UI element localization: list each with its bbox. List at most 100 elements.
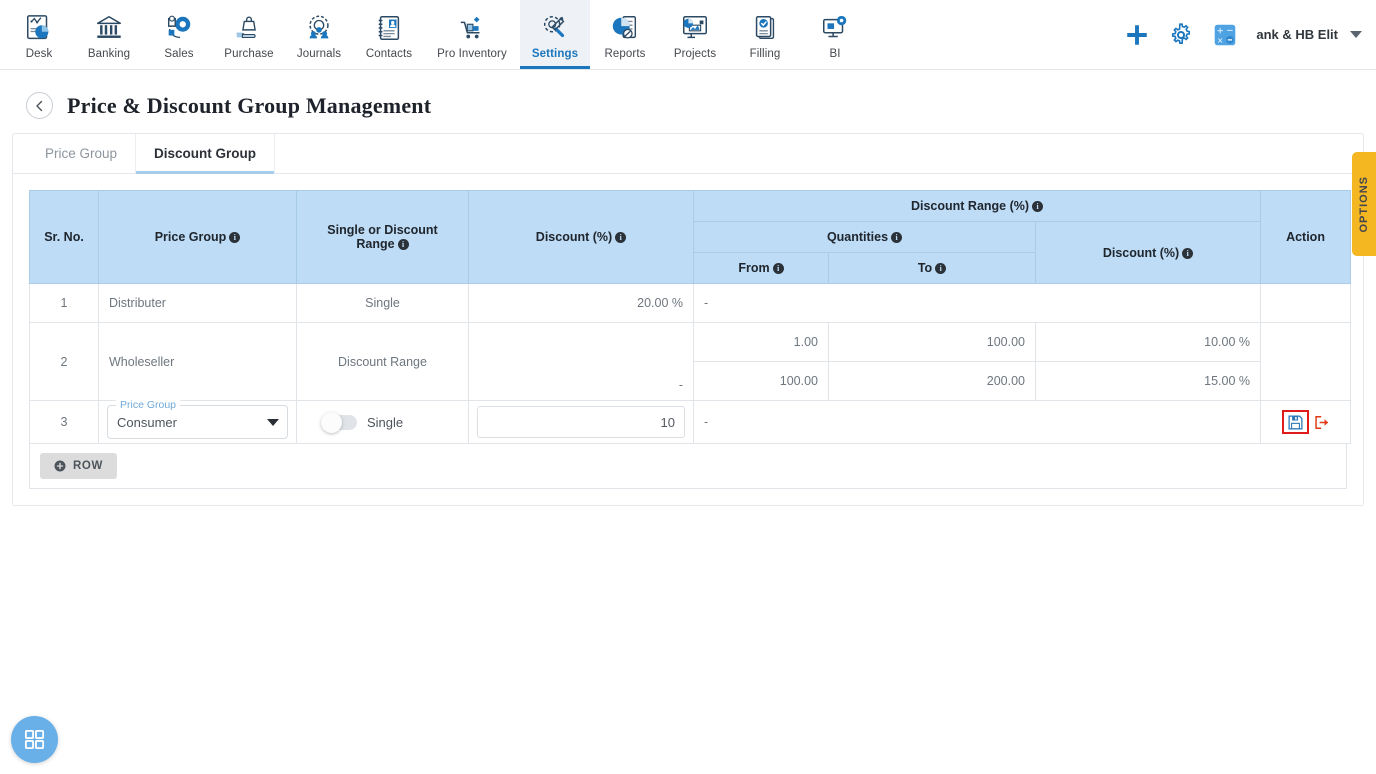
th-from: From i [693,252,829,284]
info-icon[interactable]: i [935,263,947,274]
price-group-select-label: Price Group [116,399,181,411]
nav-items: Desk Banking Sales Purchase Journals Con… [0,0,870,69]
cell-range-empty: - [692,283,1262,323]
chevron-down-icon[interactable] [267,419,279,426]
nav-item-settings[interactable]: Settings [520,0,590,69]
th-discount-pct: Discount (%) i [468,190,694,284]
nav-item-pro-inventory[interactable]: Pro Inventory [424,0,520,69]
table-row[interactable]: 2 Wholeseller Discount Range - 1.00 100.… [29,322,1352,401]
info-icon[interactable]: i [397,239,409,250]
back-button[interactable] [26,92,53,119]
cell-action [1260,322,1352,401]
table-body: 1 Distributer Single 20.00 % - 2 Wholese… [29,283,1352,444]
settings-tools-icon [540,11,570,45]
gear-icon[interactable] [1168,22,1194,48]
cell-discount-input [468,400,694,444]
table-head: Sr. No. Price Group i Single or Discount … [29,190,1352,284]
inventory-cart-icon [457,11,487,45]
table-header-row-1: Sr. No. Price Group i Single or Discount … [29,190,1352,284]
action-buttons [1281,410,1330,434]
apps-fab-button[interactable] [11,716,58,763]
nav-item-sales[interactable]: Sales [144,0,214,69]
bi-monitor-gear-icon [820,11,850,45]
page-container: OPTIONS Price & Discount Group Managemen… [0,70,1376,506]
th-label: Action [1286,230,1325,244]
svg-text:×: × [1217,36,1223,45]
sales-gear-icon [164,11,194,45]
nav-item-projects[interactable]: Projects [660,0,730,69]
cell-price-group-select: Price Group Consumer [98,399,297,444]
nav-item-contacts[interactable]: Contacts [354,0,424,69]
calculator-icon[interactable]: + − × [1212,22,1238,48]
tab-label: Discount Group [154,146,257,161]
nav-item-label: Purchase [224,48,274,60]
th-to: To i [828,252,1036,284]
info-icon[interactable]: i [772,263,784,274]
nav-item-reports[interactable]: Reports [590,0,660,69]
tab-price-group[interactable]: Price Group [27,134,137,173]
nav-actions: + − × ank & HB Elit [1124,0,1376,69]
options-tab-label: OPTIONS [1358,175,1370,233]
nav-item-label: BI [829,48,841,60]
company-name: ank & HB Elit [1256,27,1338,42]
info-icon[interactable]: i [615,232,627,243]
discount-input[interactable] [477,406,685,438]
cell-price-group: Distributer [98,283,297,323]
card-body: Sr. No. Price Group i Single or Discount … [13,174,1363,505]
chevron-down-icon[interactable] [1350,31,1362,38]
nav-item-label: Settings [531,48,579,60]
nav-item-bi[interactable]: BI [800,0,870,69]
cancel-button[interactable] [1311,414,1330,431]
add-icon[interactable] [1124,22,1150,48]
th-range-discount-pct: Discount (%) i [1034,221,1262,284]
tab-label: Price Group [45,146,118,161]
nav-item-label: Banking [87,48,131,60]
cell-sr-no: 3 [29,400,99,444]
nav-item-journals[interactable]: Journals [284,0,354,69]
back-icon [35,100,42,111]
nav-item-label: Desk [25,48,53,60]
table-row-edit[interactable]: 3 Price Group Consumer Single 10 - [29,399,1352,444]
add-row-button-label: ROW [73,460,103,472]
filling-check-docs-icon [750,11,780,45]
th-label: Price Group [154,230,227,244]
th-label: Discount Range (%) [910,199,1030,213]
journals-gear-people-icon [304,11,334,45]
toggle-thumb [321,411,342,433]
th-single-or-range: Single or Discount Range i [296,190,469,284]
cell-sr-no: 1 [29,283,99,323]
th-label: Discount (%) [1102,245,1180,260]
cell-action-buttons [1260,400,1352,444]
exit-icon [1314,415,1328,429]
info-icon[interactable]: i [229,232,241,243]
th-label: To [917,261,933,275]
th-discount-range-group: Discount Range (%) i [692,190,1262,222]
single-range-toggle[interactable] [321,411,357,433]
cell-range-discount: 10.00 % [1034,322,1262,362]
add-row-button[interactable]: ROW [40,453,117,479]
info-icon[interactable]: i [1032,201,1044,212]
table-row[interactable]: 1 Distributer Single 20.00 % - [29,283,1352,323]
add-row-bar: ROW [29,444,1347,489]
tab-discount-group[interactable]: Discount Group [136,134,276,174]
page-title: Price & Discount Group Management [67,92,432,118]
options-side-tab[interactable]: OPTIONS [1352,152,1376,256]
price-group-select[interactable]: Price Group Consumer [107,399,288,439]
nav-item-banking[interactable]: Banking [74,0,144,69]
save-button[interactable] [1281,410,1309,434]
nav-item-desk[interactable]: Desk [4,0,74,69]
th-label: Sr. No. [44,230,84,244]
cell-sr-no: 2 [29,322,99,401]
cell-mode: Single [296,283,469,323]
discount-group-table: Sr. No. Price Group i Single or Discount … [29,190,1352,444]
nav-item-label: Filling [749,48,781,60]
cell-range-discount: 15.00 % [1034,361,1262,401]
cell-mode: Discount Range [296,322,469,401]
nav-item-label: Contacts [365,48,413,60]
nav-item-filling[interactable]: Filling [730,0,800,69]
info-icon[interactable]: i [891,232,903,243]
nav-item-purchase[interactable]: Purchase [214,0,284,69]
info-icon[interactable]: i [1182,247,1194,259]
top-navigation-bar: Desk Banking Sales Purchase Journals Con… [0,0,1376,70]
cell-action [1260,283,1352,323]
